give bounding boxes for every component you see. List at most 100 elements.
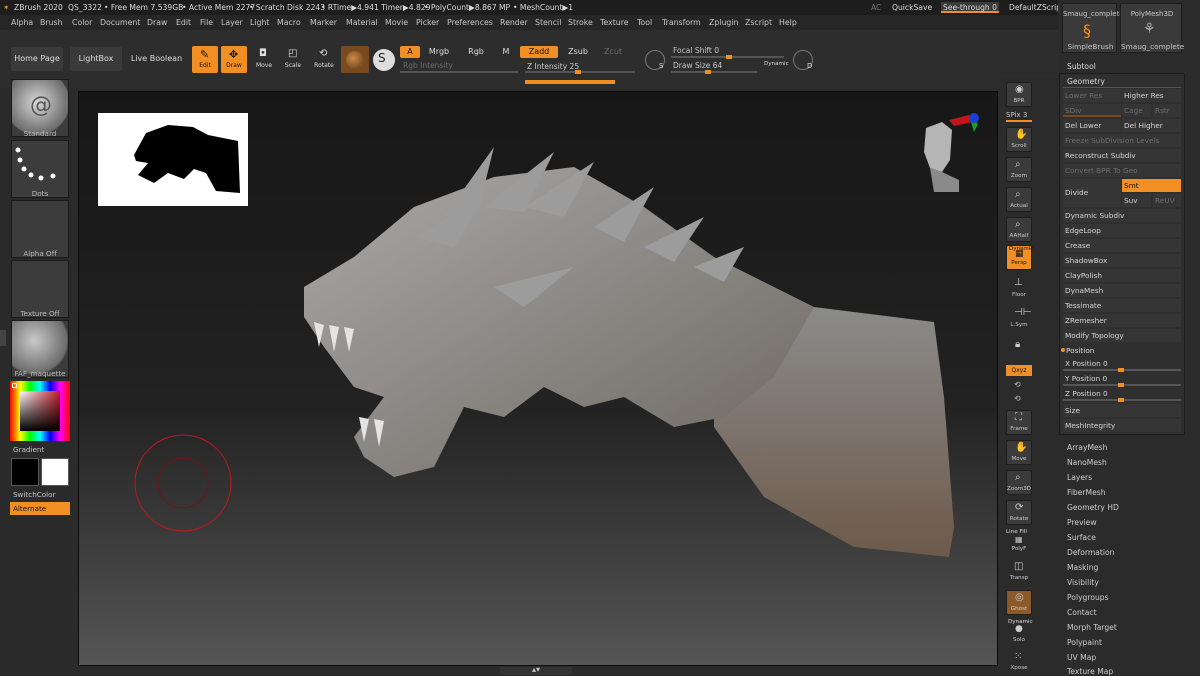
zcut-button[interactable]: Zcut	[598, 46, 628, 58]
menu-transform[interactable]: Transform	[662, 15, 701, 30]
material-swatch-button[interactable]	[341, 46, 369, 73]
subpalette-fibermesh[interactable]: FiberMesh	[1067, 488, 1106, 497]
xpose-button[interactable]: ⁙ Xpose	[1006, 650, 1032, 674]
menu-help[interactable]: Help	[779, 15, 797, 30]
position-header[interactable]: Position	[1066, 346, 1094, 355]
tessimate-button[interactable]: Tessimate	[1063, 299, 1181, 312]
edit-button[interactable]: ✎ Edit	[192, 46, 218, 73]
zoom-button[interactable]: ⌕ Zoom	[1006, 157, 1032, 182]
draw-size-slider[interactable]	[671, 70, 757, 74]
dynamesh-button[interactable]: DynaMesh	[1063, 284, 1181, 297]
alternate-button[interactable]: Alternate	[10, 502, 70, 515]
menu-brush[interactable]: Brush	[40, 15, 63, 30]
menu-light[interactable]: Light	[250, 15, 269, 30]
smt-button[interactable]: Smt	[1122, 179, 1181, 192]
menu-movie[interactable]: Movie	[385, 15, 408, 30]
cage-button[interactable]: Cage	[1122, 104, 1151, 117]
secondary-color-swatch[interactable]	[41, 458, 69, 486]
draw-button[interactable]: ✥ Draw	[221, 46, 247, 73]
subpalette-geometry-hd[interactable]: Geometry HD	[1067, 503, 1119, 512]
subpalette-polypaint[interactable]: Polypaint	[1067, 638, 1102, 647]
quicksave-button[interactable]: QuickSave	[892, 0, 932, 15]
spix-slider[interactable]	[1006, 120, 1032, 122]
del-higher-button[interactable]: Del Higher	[1122, 119, 1181, 132]
solo-button[interactable]: ● Solo	[1006, 624, 1032, 646]
lock-button[interactable]: 🔒︎	[1006, 337, 1032, 362]
rotate-z-icon[interactable]: ⟲	[1014, 394, 1021, 403]
subpalette-preview[interactable]: Preview	[1067, 518, 1097, 527]
menu-tool[interactable]: Tool	[637, 15, 652, 30]
home-page-button[interactable]: Home Page	[11, 47, 63, 71]
frame-button[interactable]: ⛶ Frame	[1006, 410, 1032, 435]
menu-render[interactable]: Render	[500, 15, 528, 30]
spix-label[interactable]: SPix 3	[1006, 111, 1027, 119]
dynamic-subdiv-button[interactable]: Dynamic Subdiv	[1063, 209, 1181, 222]
rotate-view-button[interactable]: ⟳ Rotate	[1006, 500, 1032, 525]
zsub-button[interactable]: Zsub	[560, 46, 596, 58]
size-button[interactable]: Size	[1063, 404, 1181, 417]
subtool-header[interactable]: Subtool	[1067, 62, 1096, 71]
menu-document[interactable]: Document	[100, 15, 140, 30]
menu-preferences[interactable]: Preferences	[447, 15, 493, 30]
subpalette-layers[interactable]: Layers	[1067, 473, 1092, 482]
lazy-mouse-s-button[interactable]: S	[645, 50, 665, 70]
main-color-swatch[interactable]	[11, 458, 39, 486]
lsym-button[interactable]: ⊣⊢ L.Sym	[1006, 307, 1032, 332]
divide-button[interactable]: Divide	[1063, 179, 1121, 207]
edgeloop-button[interactable]: EdgeLoop	[1063, 224, 1181, 237]
menu-stencil[interactable]: Stencil	[535, 15, 561, 30]
menu-stroke[interactable]: Stroke	[568, 15, 593, 30]
subpalette-contact[interactable]: Contact	[1067, 608, 1097, 617]
zadd-button[interactable]: Zadd	[520, 46, 558, 58]
subpalette-nanomesh[interactable]: NanoMesh	[1067, 458, 1107, 467]
subpalette-visibility[interactable]: Visibility	[1067, 578, 1099, 587]
menu-edit[interactable]: Edit	[176, 15, 191, 30]
aahalf-button[interactable]: ⌕ AAHalf	[1006, 217, 1032, 242]
higher-res-button[interactable]: Higher Res	[1122, 89, 1181, 102]
convert-bpr-button[interactable]: Convert BPR To Geo	[1063, 164, 1181, 177]
menu-material[interactable]: Material	[346, 15, 378, 30]
subpalette-morph-target[interactable]: Morph Target	[1067, 623, 1117, 632]
mrgb-button[interactable]: Mrgb	[421, 46, 457, 58]
move-view-button[interactable]: ✋ Move	[1006, 440, 1032, 465]
rotate-button[interactable]: ⟲ Rotate	[310, 46, 338, 73]
a-button[interactable]: A	[400, 46, 420, 58]
menu-alpha[interactable]: Alpha	[11, 15, 33, 30]
menu-zplugin[interactable]: Zplugin	[709, 15, 738, 30]
rotate-y-icon[interactable]: ⟲	[1014, 380, 1021, 389]
switch-color-button[interactable]: SwitchColor	[13, 490, 56, 499]
zoom3d-button[interactable]: ⌕ Zoom3D	[1006, 470, 1032, 495]
color-square[interactable]	[20, 391, 60, 431]
scale-button[interactable]: ◰ Scale	[280, 46, 306, 73]
menu-macro[interactable]: Macro	[277, 15, 301, 30]
smaug-tool[interactable]: PolyMesh3D ⚘ Smaug_complete	[1120, 3, 1184, 53]
polyf-button[interactable]: ▦ PolyF	[1006, 535, 1032, 555]
viewport-canvas[interactable]	[78, 91, 998, 666]
rstr-button[interactable]: Rstr	[1153, 104, 1181, 117]
freeze-subdiv-button[interactable]: Freeze SubDivision Levels	[1063, 134, 1181, 147]
menu-file[interactable]: File	[200, 15, 213, 30]
subpalette-uv-map[interactable]: UV Map	[1067, 653, 1096, 662]
default-zscript-button[interactable]: DefaultZScript	[1009, 0, 1064, 15]
zremesher-button[interactable]: ZRemesher	[1063, 314, 1181, 327]
lightbox-button[interactable]: LightBox	[70, 47, 122, 71]
reuv-button[interactable]: ReUV	[1153, 194, 1181, 207]
bottom-tray-toggle[interactable]: ▴▾	[500, 665, 572, 675]
focal-shift-slider[interactable]	[671, 55, 784, 59]
claypolish-button[interactable]: ClayPolish	[1063, 269, 1181, 282]
dynamic-label[interactable]: Dynamic	[764, 61, 789, 67]
suv-button[interactable]: Suv	[1122, 194, 1151, 207]
scroll-button[interactable]: ✋ Scroll	[1006, 127, 1032, 152]
simplebrush-tool[interactable]: Smaug_complete § SimpleBrush	[1062, 3, 1124, 53]
m-button[interactable]: M	[496, 46, 516, 58]
geometry-header[interactable]: Geometry	[1067, 77, 1105, 86]
bpr-button[interactable]: ◉ BPR	[1006, 82, 1032, 107]
subpalette-polygroups[interactable]: Polygroups	[1067, 593, 1109, 602]
dynamic-d-button[interactable]: D	[793, 50, 813, 70]
move-button[interactable]: ◘ Move	[251, 46, 277, 73]
modify-topology-button[interactable]: Modify Topology	[1063, 329, 1181, 342]
z-intensity-slider[interactable]	[525, 70, 635, 74]
left-tray-toggle[interactable]	[0, 330, 6, 346]
subpalette-surface[interactable]: Surface	[1067, 533, 1096, 542]
see-through-slider[interactable]: See-through 0	[941, 2, 999, 13]
